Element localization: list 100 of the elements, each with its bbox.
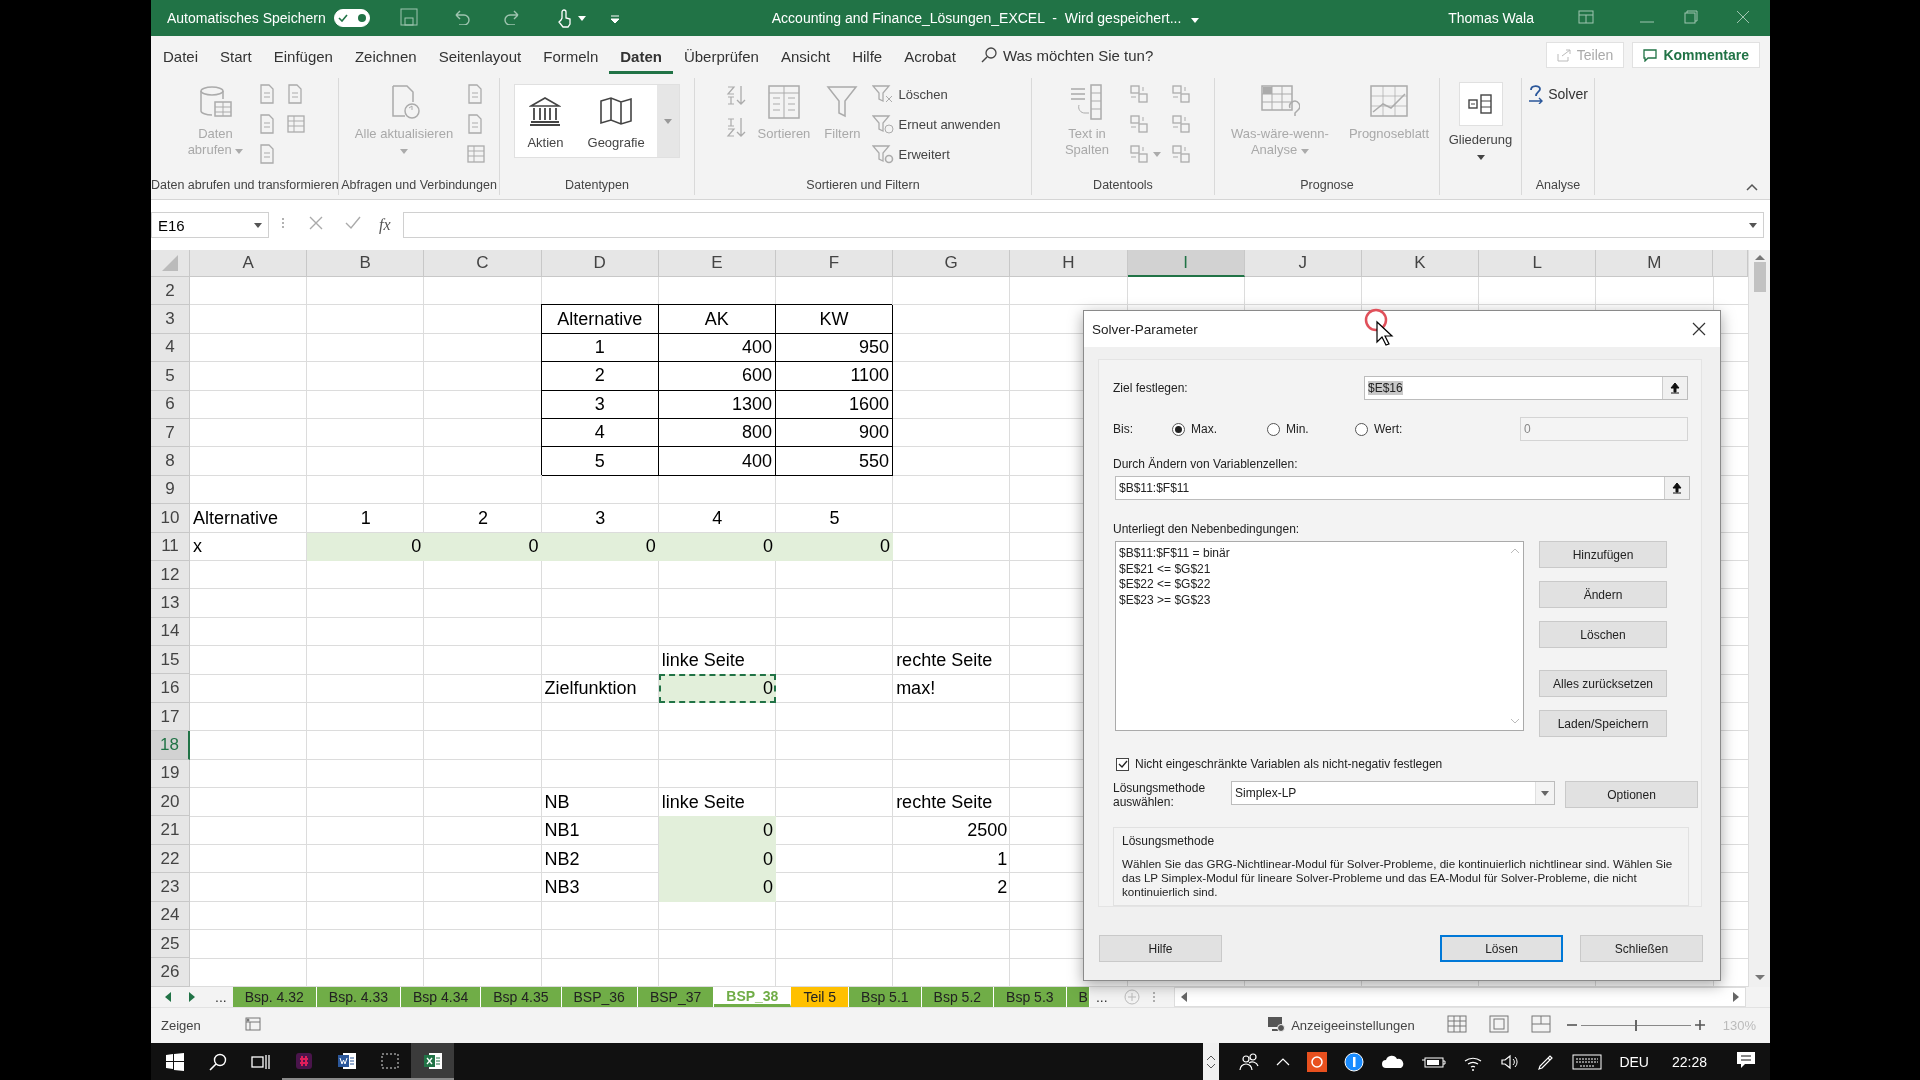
row-header[interactable]: 24	[151, 901, 190, 930]
clock[interactable]: 22:28	[1671, 1053, 1707, 1070]
row-header[interactable]: 9	[151, 475, 190, 505]
ribbon-button[interactable]: Aktien	[515, 85, 576, 157]
row-header[interactable]: 3	[151, 305, 190, 334]
taskbar-app-button[interactable]	[411, 1043, 454, 1080]
cancel-icon[interactable]	[309, 216, 323, 230]
method-dropdown[interactable]: Simplex-LP	[1231, 781, 1555, 805]
insert-function-button[interactable]: fx	[379, 216, 391, 234]
vertical-scrollbar[interactable]	[1748, 250, 1770, 987]
sheet-tab[interactable]: Bsp. 4.33	[316, 987, 401, 1007]
column-header[interactable]: J	[1244, 250, 1362, 277]
restore-icon[interactable]	[1684, 9, 1698, 24]
dialog-button[interactable]: Laden/Speichern	[1539, 710, 1667, 737]
row-header[interactable]: 12	[151, 560, 190, 590]
people-icon[interactable]	[1239, 1052, 1260, 1071]
password-manager-icon[interactable]	[1344, 1051, 1365, 1072]
menu-tab[interactable]: Überprüfen	[672, 39, 770, 74]
dialog-button[interactable]: Schließen	[1580, 935, 1703, 962]
dialog-button[interactable]: Löschen	[1539, 621, 1667, 648]
menu-tab[interactable]: Formeln	[532, 39, 610, 74]
constraint-item[interactable]: $E$23 >= $G$23	[1119, 592, 1507, 608]
menu-tab[interactable]: Ansicht	[769, 39, 842, 74]
display-settings-icon[interactable]	[1267, 1016, 1286, 1032]
row-header[interactable]: 2	[151, 277, 190, 306]
column-header[interactable]: B	[307, 250, 425, 277]
column-header[interactable]: E	[658, 250, 776, 277]
row-header[interactable]: 23	[151, 873, 190, 902]
row-header[interactable]: 17	[151, 702, 190, 732]
row-header[interactable]: 22	[151, 844, 190, 874]
ribbon-button[interactable]: Solver	[1526, 82, 1590, 106]
customize-icon[interactable]	[609, 15, 620, 23]
zoom-thumb[interactable]	[1634, 1020, 1637, 1031]
row-header[interactable]: 26	[151, 958, 190, 987]
constraint-item[interactable]: $E$21 <= $G$21	[1119, 561, 1507, 577]
page-break-icon[interactable]	[1530, 1015, 1551, 1033]
row-header[interactable]: 4	[151, 333, 190, 363]
column-header[interactable]: L	[1479, 250, 1597, 277]
dialog-button[interactable]: Lösen	[1440, 935, 1563, 962]
search-icon[interactable]	[208, 1052, 227, 1071]
row-header[interactable]: 11	[151, 532, 190, 561]
search-field[interactable]: Was möchten Sie tun?	[1002, 46, 1203, 64]
dialog-button[interactable]: Hilfe	[1099, 935, 1222, 962]
menu-tab[interactable]: Zeichnen	[343, 39, 428, 74]
menu-tab[interactable]: Hilfe	[841, 39, 894, 74]
menu-tab[interactable]: Datei	[152, 39, 210, 74]
row-header[interactable]: 16	[151, 674, 190, 703]
sheet-tab[interactable]: BSP_37	[637, 987, 715, 1007]
dialog-button[interactable]: Alles zurücksetzen	[1539, 670, 1667, 697]
volume-icon[interactable]	[1500, 1052, 1521, 1071]
dialog-button[interactable]: Hinzufügen	[1539, 541, 1667, 568]
column-header[interactable]: C	[424, 250, 542, 277]
input-language[interactable]: DEU	[1619, 1053, 1649, 1070]
sheet-tab[interactable]: Bsp 4.34	[401, 987, 482, 1007]
column-header[interactable]: M	[1596, 250, 1714, 277]
constraints-list[interactable]: $B$11:$F$11 = binär $E$21 <= $G$21 $E$22 <= $G$22 $E$23 >= $G$23	[1115, 541, 1524, 731]
more-sheets-button[interactable]: ...	[1089, 987, 1114, 1007]
row-header[interactable]: 7	[151, 418, 190, 448]
sheet-tab[interactable]: BSP_36	[561, 987, 638, 1007]
dialog-button[interactable]: Ändern	[1539, 581, 1667, 608]
sheet-tab[interactable]: Teil 5	[791, 987, 850, 1007]
row-header[interactable]: 25	[151, 930, 190, 959]
task-view-icon[interactable]	[250, 1052, 271, 1071]
constraint-item[interactable]: $E$22 <= $G$22	[1119, 577, 1507, 593]
scroll-right-icon[interactable]	[189, 992, 195, 1002]
column-header[interactable]: D	[541, 250, 659, 277]
row-header[interactable]: 13	[151, 589, 190, 618]
variables-field[interactable]: $B$11:$F$11	[1115, 476, 1690, 500]
sheet-tab[interactable]: Bsp 4.35	[481, 987, 562, 1007]
close-icon[interactable]	[1692, 322, 1706, 336]
radio-button[interactable]: Wert:	[1355, 422, 1465, 436]
show-hidden-icon[interactable]	[1276, 1057, 1291, 1066]
sheet-tab[interactable]: Bsp 5.3	[994, 987, 1067, 1007]
formula-field[interactable]	[402, 212, 1764, 238]
constraint-item[interactable]: $B$11:$F$11 = binär	[1119, 546, 1507, 562]
creative-cloud-icon[interactable]	[1307, 1051, 1328, 1072]
radio-button[interactable]: Min.	[1267, 422, 1355, 436]
menu-tab[interactable]: Start	[209, 39, 263, 74]
autosave-toggle[interactable]	[333, 9, 370, 27]
column-header[interactable]: H	[1010, 250, 1128, 277]
row-header[interactable]: 15	[151, 646, 190, 675]
start-icon[interactable]	[165, 1052, 184, 1071]
checkbox[interactable]	[1116, 757, 1129, 771]
more-sheets-button[interactable]: ...	[209, 987, 233, 1007]
page-layout-icon[interactable]	[1488, 1015, 1509, 1033]
scrollbar-thumb[interactable]	[1753, 262, 1766, 292]
keyboard-icon[interactable]	[1572, 1053, 1603, 1070]
notifications-icon[interactable]	[1736, 1051, 1756, 1069]
menu-tab[interactable]: Acrobat	[893, 39, 967, 74]
collapse-dialog-icon[interactable]	[1670, 382, 1680, 394]
ribbon-button[interactable]: Gliederung	[1440, 80, 1521, 166]
row-header[interactable]: 14	[151, 617, 190, 647]
toolbar-scroll[interactable]	[1203, 1043, 1220, 1080]
row-header[interactable]: 10	[151, 504, 190, 533]
objective-field[interactable]: $E$16	[1364, 376, 1688, 400]
name-box[interactable]: E16	[151, 212, 269, 238]
row-header[interactable]: 18	[151, 731, 190, 760]
sheet-tab[interactable]: Bsp 5.1	[849, 987, 922, 1007]
macro-record-icon[interactable]	[244, 1017, 261, 1031]
enter-icon[interactable]	[345, 216, 361, 230]
